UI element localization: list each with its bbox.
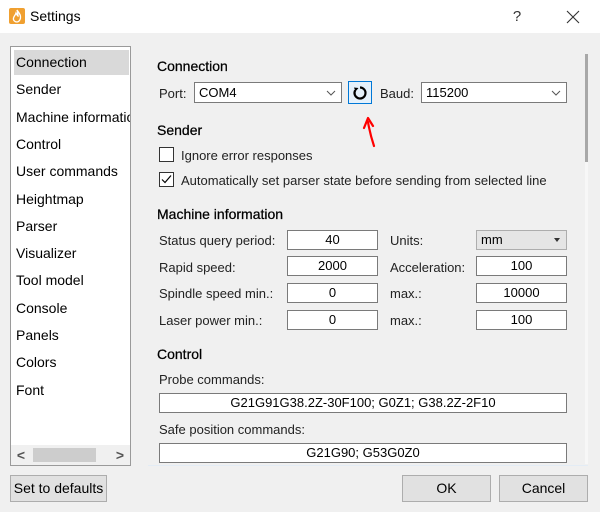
sidebar-item-visualizer[interactable]: Visualizer	[11, 241, 130, 266]
spindle-min-input[interactable]: 0	[287, 283, 378, 303]
baud-label: Baud:	[380, 86, 414, 101]
content-vertical-scrollbar-thumb[interactable]	[585, 54, 588, 162]
red-annotation-arrow-icon	[362, 116, 376, 148]
sender-section-title: Sender	[157, 122, 203, 138]
spindle-max-label: max.:	[390, 286, 422, 301]
content-vertical-scrollbar-track[interactable]	[585, 162, 588, 464]
port-combobox[interactable]: COM4	[194, 82, 342, 103]
refresh-icon	[353, 85, 367, 100]
set-to-defaults-button[interactable]: Set to defaults	[10, 475, 107, 502]
sidebar-item-sender[interactable]: Sender	[11, 77, 130, 102]
spindle-min-label: Spindle speed min.:	[159, 286, 274, 301]
sidebar-item-user-commands[interactable]: User commands	[11, 159, 130, 184]
sidebar-horizontal-scrollbar[interactable]: < >	[11, 445, 130, 465]
ok-button[interactable]: OK	[402, 475, 491, 502]
auto-parser-state-label[interactable]: Automatically set parser state before se…	[181, 173, 547, 188]
help-button[interactable]: ?	[500, 0, 534, 33]
refresh-ports-button[interactable]	[348, 81, 372, 104]
units-value: mm	[481, 232, 503, 247]
machine-section-title: Machine information	[157, 206, 284, 222]
sidebar-item-parser[interactable]: Parser	[11, 214, 130, 239]
sidebar-item-machine-information[interactable]: Machine information	[11, 105, 130, 130]
status-query-input[interactable]: 40	[287, 230, 378, 250]
settings-content: Connection Port: COM4 Baud: 115200 Sende…	[140, 46, 592, 466]
spindle-max-input[interactable]: 10000	[476, 283, 567, 303]
status-query-label: Status query period:	[159, 233, 276, 248]
sidebar-item-font[interactable]: Font	[11, 378, 130, 403]
probe-commands-label: Probe commands:	[159, 372, 265, 387]
baud-combobox[interactable]: 115200	[421, 82, 567, 103]
safe-position-input[interactable]: G21G90; G53G0Z0	[159, 443, 567, 463]
laser-min-label: Laser power min.:	[159, 313, 263, 328]
chevron-down-icon	[551, 83, 561, 102]
cancel-button[interactable]: Cancel	[499, 475, 588, 502]
connection-section-title: Connection	[157, 58, 228, 74]
rapid-speed-input[interactable]: 2000	[287, 256, 378, 276]
ignore-errors-label[interactable]: Ignore error responses	[181, 148, 313, 163]
scroll-thumb[interactable]	[33, 448, 96, 462]
title-bar: Settings ?	[0, 0, 600, 33]
units-combobox[interactable]: mm	[476, 230, 567, 250]
sidebar-item-console[interactable]: Console	[11, 296, 130, 321]
port-label: Port:	[159, 86, 187, 101]
acceleration-label: Acceleration:	[390, 260, 466, 275]
checkmark-icon	[161, 175, 172, 184]
sidebar-item-control[interactable]: Control	[11, 132, 130, 157]
scroll-right-arrow-icon[interactable]: >	[110, 445, 130, 465]
sidebar-item-tool-model[interactable]: Tool model	[11, 268, 130, 293]
window-title: Settings	[30, 8, 81, 24]
sidebar-item-heightmap[interactable]: Heightmap	[11, 187, 130, 212]
settings-category-list[interactable]: Connection Sender Machine information Co…	[10, 46, 131, 466]
ignore-errors-checkbox[interactable]	[159, 147, 174, 162]
laser-min-input[interactable]: 0	[287, 310, 378, 330]
sidebar-item-colors[interactable]: Colors	[11, 350, 130, 375]
close-button[interactable]	[556, 0, 590, 33]
dropdown-arrow-icon	[554, 238, 560, 242]
flame-app-icon	[9, 8, 25, 24]
content-divider	[148, 465, 588, 466]
sidebar-item-panels[interactable]: Panels	[11, 323, 130, 348]
probe-commands-input[interactable]: G21G91G38.2Z-30F100; G0Z1; G38.2Z-2F10	[159, 393, 567, 413]
chevron-down-icon	[326, 83, 336, 102]
laser-max-input[interactable]: 100	[476, 310, 567, 330]
safe-position-label: Safe position commands:	[159, 422, 305, 437]
acceleration-input[interactable]: 100	[476, 256, 567, 276]
port-value: COM4	[199, 85, 237, 100]
auto-parser-state-checkbox[interactable]	[159, 172, 174, 187]
control-section-title: Control	[157, 346, 203, 362]
baud-value: 115200	[426, 85, 469, 100]
laser-max-label: max.:	[390, 313, 422, 328]
close-icon	[566, 10, 580, 23]
scroll-left-arrow-icon[interactable]: <	[11, 445, 31, 465]
rapid-speed-label: Rapid speed:	[159, 260, 236, 275]
units-label: Units:	[390, 233, 424, 248]
sidebar-item-connection[interactable]: Connection	[14, 50, 129, 75]
